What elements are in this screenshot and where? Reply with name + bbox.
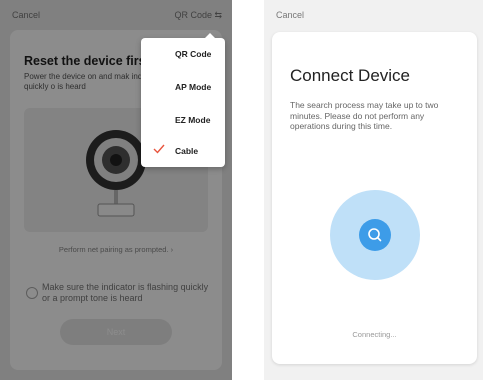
menu-item-ez-mode[interactable]: EZ Mode bbox=[141, 104, 225, 135]
menu-item-cable[interactable]: Cable bbox=[141, 135, 225, 166]
mode-menu: QR Code AP Mode EZ Mode Cable bbox=[141, 33, 225, 167]
menu-item-label: Cable bbox=[175, 146, 199, 156]
menu-item-label: AP Mode bbox=[175, 82, 212, 92]
menu-item-qr-code[interactable]: QR Code bbox=[141, 38, 225, 69]
menu-item-ap-mode[interactable]: AP Mode bbox=[141, 71, 225, 102]
connect-device-screen: Cancel Connect Device The search process… bbox=[264, 0, 483, 380]
connect-card: Connect Device The search process may ta… bbox=[272, 32, 477, 364]
search-button bbox=[359, 219, 391, 251]
page-title: Connect Device bbox=[290, 66, 411, 85]
connect-description: The search process may take up to two mi… bbox=[290, 100, 439, 131]
mode-selection-screen: Cancel QR Code ⇆ Reset the device firs P… bbox=[0, 0, 232, 380]
menu-item-label: QR Code bbox=[175, 49, 212, 59]
connecting-status: Connecting... bbox=[352, 330, 397, 339]
menu-item-label: EZ Mode bbox=[175, 115, 211, 125]
top-bar: Cancel bbox=[264, 0, 483, 32]
check-icon bbox=[153, 144, 165, 154]
cancel-button[interactable]: Cancel bbox=[276, 10, 304, 20]
search-icon bbox=[368, 228, 382, 242]
